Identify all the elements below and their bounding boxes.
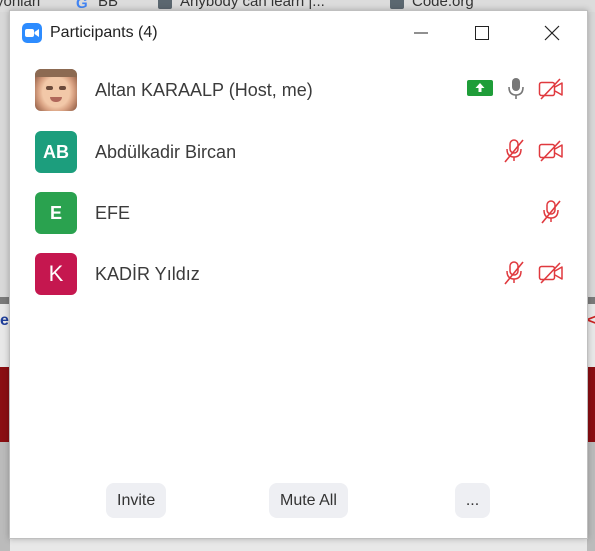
avatar: K (35, 253, 77, 295)
google-icon: G (76, 0, 88, 12)
participant-name: Abdülkadir Bircan (95, 142, 237, 162)
window-title: Participants (4) (50, 24, 158, 41)
codeorg-icon (390, 0, 404, 10)
title-bar[interactable]: Participants (4) (10, 11, 587, 55)
avatar: AB (35, 131, 77, 173)
close-button[interactable] (529, 11, 575, 55)
avatar (35, 69, 77, 111)
maximize-button[interactable] (459, 11, 505, 55)
bookmark-item[interactable]: G BB (76, 0, 119, 12)
microphone-muted-icon[interactable] (502, 261, 528, 287)
codeorg-icon (158, 0, 172, 10)
participant-row[interactable]: E EFE (10, 186, 587, 242)
bookmark-item[interactable]: Code.org (390, 0, 474, 10)
participants-window: Participants (4) Altan KARAALP (Host, me… (9, 10, 588, 539)
participant-name: Altan KARAALP (Host, me) (95, 80, 313, 100)
share-screen-icon[interactable] (467, 78, 493, 104)
avatar: E (35, 192, 77, 234)
background-text-fragment: e (0, 312, 9, 329)
bookmark-label: Anybody can learn |... (180, 0, 325, 10)
video-off-icon[interactable] (538, 139, 564, 165)
microphone-muted-icon[interactable] (502, 139, 528, 165)
background-page-right (587, 12, 595, 551)
minimize-icon (414, 32, 428, 34)
participant-row[interactable]: K KADİR Yıldız (10, 247, 587, 303)
close-icon (544, 25, 560, 41)
microphone-muted-icon[interactable] (539, 200, 565, 226)
video-off-icon[interactable] (538, 77, 564, 103)
more-options-button[interactable]: ... (455, 483, 490, 518)
bookmark-label: Code.org (412, 0, 474, 10)
participant-row[interactable]: Altan KARAALP (Host, me) (10, 63, 587, 119)
microphone-icon[interactable] (506, 77, 532, 103)
background-text-fragment: < (587, 312, 595, 329)
bookmark-label: BB (98, 0, 119, 10)
video-off-icon[interactable] (538, 261, 564, 287)
zoom-logo-icon (22, 23, 42, 43)
bookmark-item[interactable]: Anybody can learn |... (158, 0, 325, 10)
participant-name: EFE (95, 203, 131, 223)
bookmark-item[interactable]: yonlari (0, 0, 40, 10)
participant-row[interactable]: AB Abdülkadir Bircan (10, 125, 587, 181)
maximize-icon (475, 26, 489, 40)
participant-name: KADİR Yıldız (95, 264, 200, 284)
mute-all-button[interactable]: Mute All (269, 483, 348, 518)
invite-button[interactable]: Invite (106, 483, 167, 518)
minimize-button[interactable] (398, 11, 444, 55)
